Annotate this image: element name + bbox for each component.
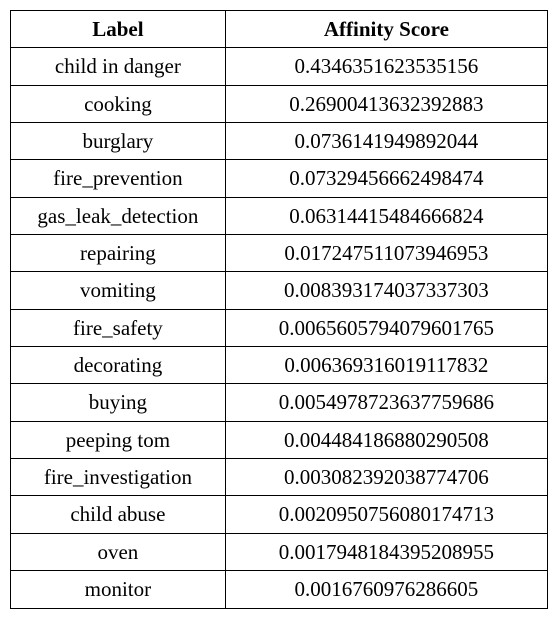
- label-cell: oven: [11, 533, 226, 570]
- score-cell: 0.4346351623535156: [225, 48, 547, 85]
- table-row: fire_safety0.0065605794079601765: [11, 309, 548, 346]
- score-cell: 0.008393174037337303: [225, 272, 547, 309]
- label-cell: cooking: [11, 85, 226, 122]
- table-row: fire_investigation0.003082392038774706: [11, 459, 548, 496]
- score-cell: 0.0016760976286605: [225, 571, 547, 608]
- table-row: peeping tom0.004484186880290508: [11, 421, 548, 458]
- label-cell: child abuse: [11, 496, 226, 533]
- score-cell: 0.06314415484666824: [225, 197, 547, 234]
- header-label: Label: [11, 11, 226, 48]
- table-row: fire_prevention0.07329456662498474: [11, 160, 548, 197]
- label-cell: vomiting: [11, 272, 226, 309]
- score-cell: 0.0054978723637759686: [225, 384, 547, 421]
- score-cell: 0.006369316019117832: [225, 347, 547, 384]
- label-cell: peeping tom: [11, 421, 226, 458]
- table-row: repairing0.017247511073946953: [11, 235, 548, 272]
- score-cell: 0.017247511073946953: [225, 235, 547, 272]
- table-row: monitor0.0016760976286605: [11, 571, 548, 608]
- label-cell: child in danger: [11, 48, 226, 85]
- table-row: decorating0.006369316019117832: [11, 347, 548, 384]
- table-row: child in danger0.4346351623535156: [11, 48, 548, 85]
- label-cell: fire_investigation: [11, 459, 226, 496]
- score-cell: 0.0065605794079601765: [225, 309, 547, 346]
- table-row: burglary0.0736141949892044: [11, 123, 548, 160]
- table-row: vomiting0.008393174037337303: [11, 272, 548, 309]
- table-row: buying0.0054978723637759686: [11, 384, 548, 421]
- score-cell: 0.003082392038774706: [225, 459, 547, 496]
- table-header: Label Affinity Score: [11, 11, 548, 48]
- table-body: child in danger0.4346351623535156cooking…: [11, 48, 548, 608]
- score-cell: 0.07329456662498474: [225, 160, 547, 197]
- label-cell: fire_prevention: [11, 160, 226, 197]
- table-row: gas_leak_detection0.06314415484666824: [11, 197, 548, 234]
- label-cell: buying: [11, 384, 226, 421]
- label-cell: fire_safety: [11, 309, 226, 346]
- score-cell: 0.0020950756080174713: [225, 496, 547, 533]
- label-cell: repairing: [11, 235, 226, 272]
- table-row: oven0.0017948184395208955: [11, 533, 548, 570]
- table-row: child abuse0.0020950756080174713: [11, 496, 548, 533]
- score-cell: 0.0017948184395208955: [225, 533, 547, 570]
- score-cell: 0.004484186880290508: [225, 421, 547, 458]
- header-score: Affinity Score: [225, 11, 547, 48]
- label-cell: monitor: [11, 571, 226, 608]
- label-cell: decorating: [11, 347, 226, 384]
- affinity-table: Label Affinity Score child in danger0.43…: [10, 10, 548, 609]
- score-cell: 0.0736141949892044: [225, 123, 547, 160]
- score-cell: 0.26900413632392883: [225, 85, 547, 122]
- label-cell: burglary: [11, 123, 226, 160]
- table-row: cooking0.26900413632392883: [11, 85, 548, 122]
- label-cell: gas_leak_detection: [11, 197, 226, 234]
